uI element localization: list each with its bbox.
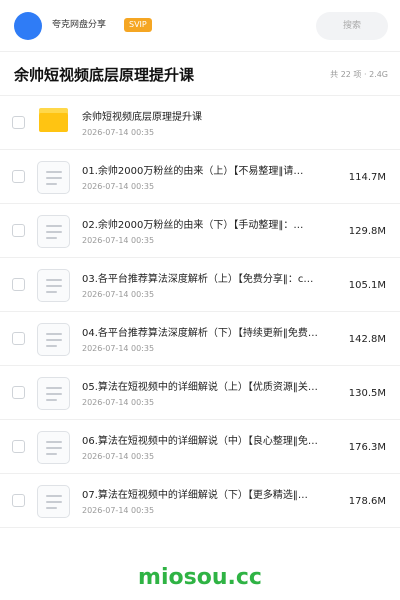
- item-name: 04.各平台推荐算法深度解析（下）【持续更新‖免费…: [82, 328, 318, 339]
- item-date: 2026-07-14 00:35: [82, 506, 155, 515]
- item-size: 176.3M: [348, 442, 386, 453]
- item-checkbox[interactable]: [12, 440, 25, 453]
- folder-meta: 共 22 项 · 2.4G: [330, 70, 388, 79]
- item-checkbox[interactable]: [12, 386, 25, 399]
- list-item[interactable]: 07.算法在短视频中的详细解说（下）【更多精选‖… 2026-07-14 00:…: [0, 474, 400, 528]
- folder-header: 余帅短视频底层原理提升课 共 22 项 · 2.4G: [0, 52, 400, 96]
- item-checkbox[interactable]: [12, 494, 25, 507]
- document-icon: [37, 377, 70, 410]
- item-size: 105.1M: [348, 280, 386, 291]
- item-name: 余帅短视频底层原理提升课: [82, 112, 202, 123]
- item-size: 130.5M: [348, 388, 386, 399]
- document-icon: [37, 215, 70, 248]
- item-date: 2026-07-14 00:35: [82, 398, 155, 407]
- item-date: 2026-07-14 00:35: [82, 452, 155, 461]
- item-name: 03.各平台推荐算法深度解析（上）【免费分享‖：c…: [82, 274, 314, 285]
- vip-badge: SVIP: [124, 18, 152, 32]
- search-input[interactable]: [316, 12, 388, 40]
- file-list: 余帅短视频底层原理提升课 2026-07-14 00:35 01.余帅2000万…: [0, 96, 400, 528]
- user-name: 夸克网盘分享: [52, 20, 107, 30]
- item-size: 129.8M: [348, 226, 386, 237]
- item-date: 2026-07-14 00:35: [82, 236, 155, 245]
- item-name: 05.算法在短视频中的详细解说（上）【优质资源‖关…: [82, 382, 318, 393]
- item-name: 06.算法在短视频中的详细解说（中）【良心整理‖免…: [82, 436, 318, 447]
- avatar[interactable]: [14, 12, 42, 40]
- item-name: 01.余帅2000万粉丝的由来（上）【不易整理‖请…: [82, 166, 304, 177]
- page-title: 余帅短视频底层原理提升课: [14, 66, 195, 84]
- item-date: 2026-07-14 00:35: [82, 344, 155, 353]
- item-size: 142.8M: [348, 334, 386, 345]
- list-item[interactable]: 06.算法在短视频中的详细解说（中）【良心整理‖免… 2026-07-14 00…: [0, 420, 400, 474]
- document-icon: [37, 485, 70, 518]
- item-size: 178.6M: [348, 496, 386, 507]
- list-item[interactable]: 余帅短视频底层原理提升课 2026-07-14 00:35: [0, 96, 400, 150]
- item-date: 2026-07-14 00:35: [82, 128, 155, 137]
- document-icon: [37, 161, 70, 194]
- item-name: 02.余帅2000万粉丝的由来（下）【手动整理‖：…: [82, 220, 304, 231]
- list-item[interactable]: 01.余帅2000万粉丝的由来（上）【不易整理‖请… 2026-07-14 00…: [0, 150, 400, 204]
- item-size: 114.7M: [348, 172, 386, 183]
- item-checkbox[interactable]: [12, 224, 25, 237]
- list-item[interactable]: 02.余帅2000万粉丝的由来（下）【手动整理‖：… 2026-07-14 00…: [0, 204, 400, 258]
- list-item[interactable]: 04.各平台推荐算法深度解析（下）【持续更新‖免费… 2026-07-14 00…: [0, 312, 400, 366]
- document-icon: [37, 323, 70, 356]
- item-checkbox[interactable]: [12, 278, 25, 291]
- list-item[interactable]: 03.各平台推荐算法深度解析（上）【免费分享‖：c… 2026-07-14 00…: [0, 258, 400, 312]
- item-checkbox[interactable]: [12, 170, 25, 183]
- watermark: miosou.cc: [138, 565, 262, 590]
- document-icon: [37, 269, 70, 302]
- folder-icon: [39, 108, 68, 132]
- item-checkbox[interactable]: [12, 116, 25, 129]
- item-date: 2026-07-14 00:35: [82, 182, 155, 191]
- item-date: 2026-07-14 00:35: [82, 290, 155, 299]
- list-item[interactable]: 05.算法在短视频中的详细解说（上）【优质资源‖关… 2026-07-14 00…: [0, 366, 400, 420]
- item-name: 07.算法在短视频中的详细解说（下）【更多精选‖…: [82, 490, 308, 501]
- document-icon: [37, 431, 70, 464]
- item-checkbox[interactable]: [12, 332, 25, 345]
- top-bar: 夸克网盘分享 SVIP: [0, 0, 400, 52]
